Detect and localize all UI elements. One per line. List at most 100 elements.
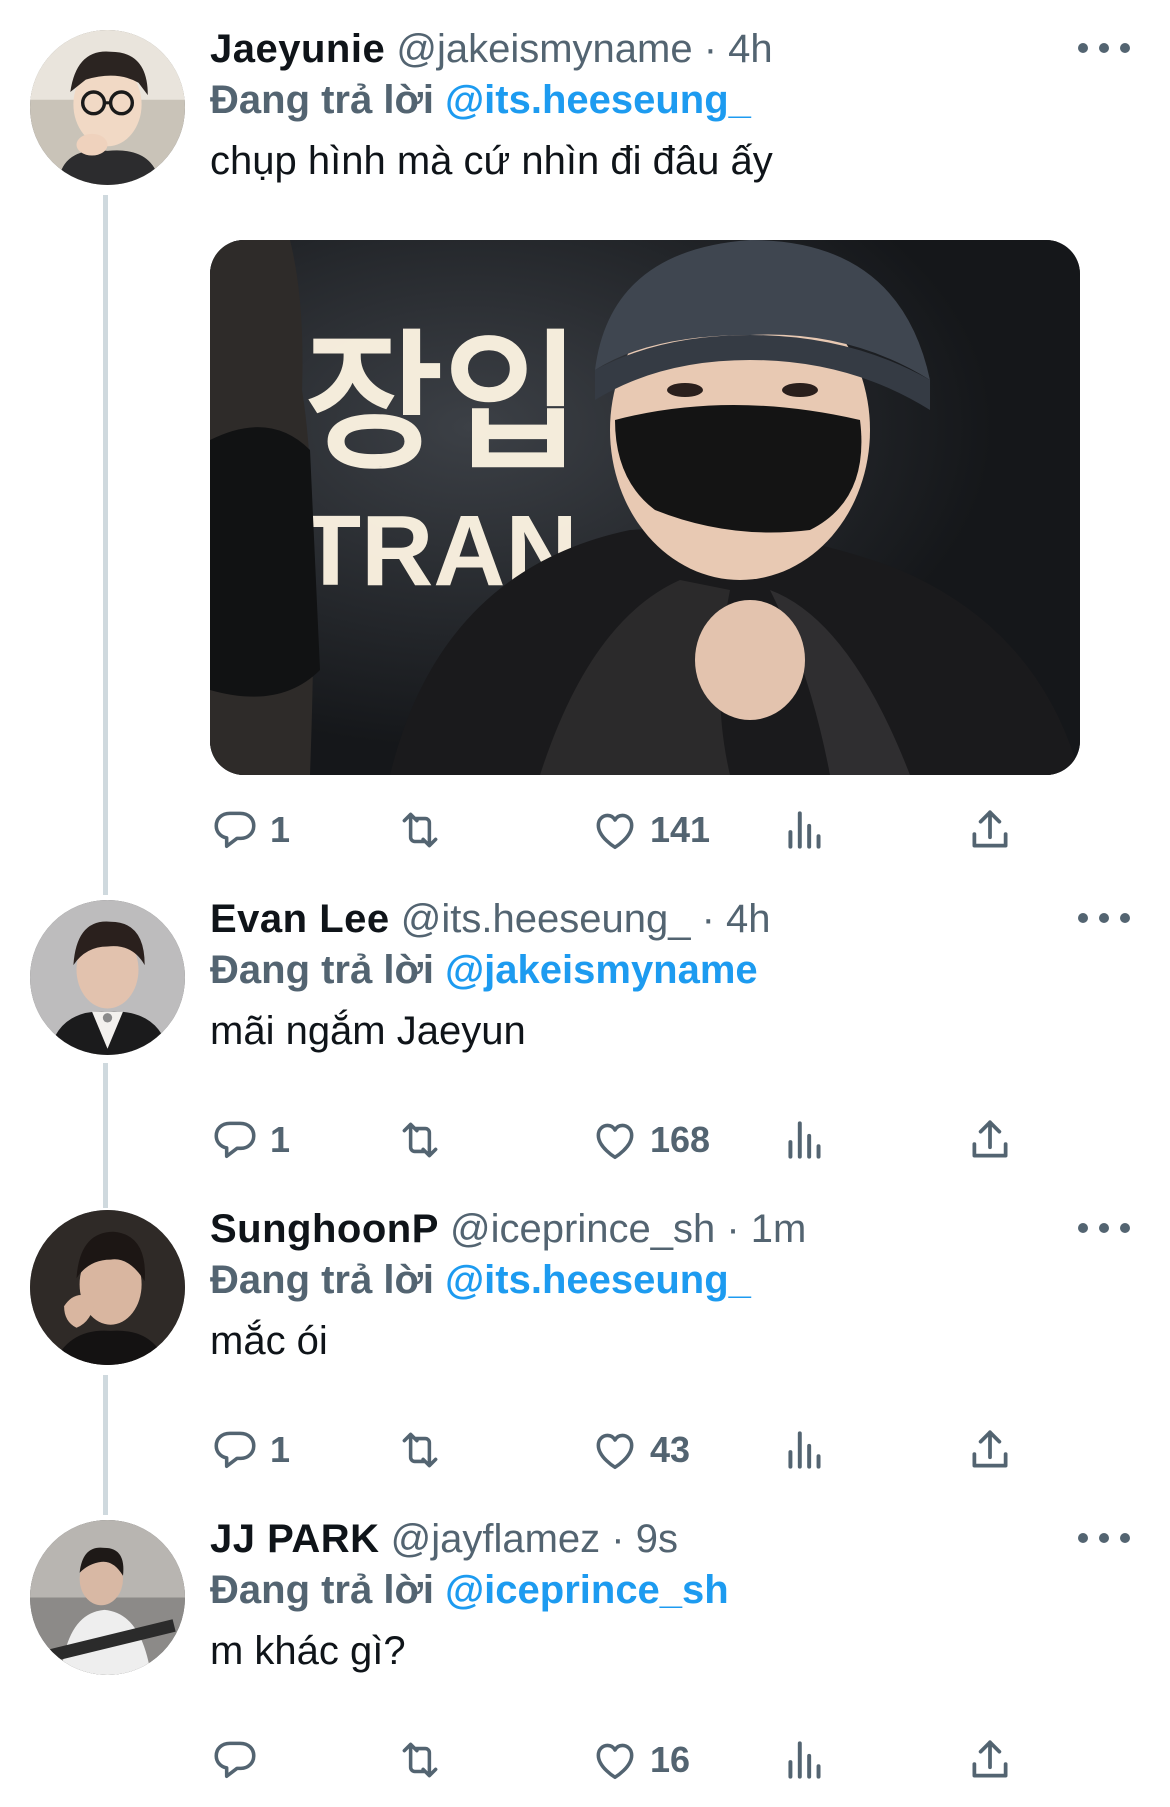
tweet-actions: 1 141: [210, 800, 1030, 860]
tweet-header: Evan Lee @its.heeseung_ · 4h: [210, 894, 1130, 944]
timestamp[interactable]: 9s: [636, 1517, 678, 1561]
like-button[interactable]: 16: [590, 1730, 690, 1790]
reply-mention-link[interactable]: @iceprince_sh: [445, 1568, 729, 1612]
reply-button[interactable]: 1: [210, 1420, 290, 1480]
views-icon: [788, 1741, 821, 1779]
timestamp[interactable]: 1m: [751, 1207, 807, 1251]
like-count: 43: [650, 1429, 691, 1470]
views-button[interactable]: [780, 1420, 830, 1480]
reply-mention-link[interactable]: @its.heeseung_: [445, 78, 751, 122]
retweet-button[interactable]: [395, 1110, 455, 1170]
tweet-text: mãi ngắm Jaeyun: [210, 1009, 526, 1053]
like-icon: [596, 1743, 634, 1780]
reply-count: 1: [270, 1119, 291, 1160]
reply-prefix: Đang trả lời: [210, 78, 435, 122]
like-icon: [596, 1433, 634, 1470]
reply-count: 1: [270, 1429, 291, 1470]
separator: ·: [726, 1207, 740, 1251]
reply-icon: [214, 1431, 256, 1469]
tweet[interactable]: Jaeyunie @jakeismyname · 4h Đang trả lời…: [0, 0, 1170, 880]
share-icon: [972, 810, 1008, 848]
avatar[interactable]: [30, 30, 185, 185]
reply-mention-link[interactable]: @its.heeseung_: [445, 1258, 751, 1302]
media-sign-text: 장입: [305, 317, 581, 491]
retweet-icon: [402, 812, 438, 848]
reply-button[interactable]: 1: [210, 800, 290, 860]
reply-context: Đang trả lời @iceprince_sh: [210, 1564, 1130, 1616]
user-handle[interactable]: @iceprince_sh: [450, 1207, 715, 1251]
tweet[interactable]: Evan Lee @its.heeseung_ · 4h Đang trả lờ…: [0, 870, 1170, 1170]
separator: ·: [703, 27, 718, 71]
reply-button[interactable]: 1: [210, 1110, 290, 1170]
share-icon: [972, 1740, 1008, 1778]
like-count: 168: [650, 1119, 711, 1160]
share-button[interactable]: [965, 1110, 1015, 1170]
retweet-icon: [402, 1432, 438, 1468]
timestamp[interactable]: 4h: [728, 27, 773, 71]
share-icon: [972, 1430, 1008, 1468]
display-name[interactable]: JJ PARK: [210, 1517, 379, 1561]
retweet-button[interactable]: [395, 800, 455, 860]
tweet-text: chụp hình mà cứ nhìn đi đâu ấy: [210, 139, 773, 183]
like-count: 16: [650, 1739, 691, 1780]
tweet[interactable]: SunghoonP @iceprince_sh · 1m Đang trả lờ…: [0, 1180, 1170, 1480]
tweet-actions: 1 43: [210, 1420, 1030, 1480]
reply-mention-link[interactable]: @jakeismyname: [445, 948, 758, 992]
share-button[interactable]: [965, 1420, 1015, 1480]
retweet-button[interactable]: [395, 1420, 455, 1480]
views-icon: [788, 811, 821, 849]
retweet-button[interactable]: [395, 1730, 455, 1790]
tweet-actions: 1 168: [210, 1110, 1030, 1170]
more-icon[interactable]: [1078, 1218, 1130, 1238]
reply-count: 1: [270, 809, 291, 850]
retweet-icon: [402, 1122, 438, 1158]
user-handle[interactable]: @its.heeseung_: [401, 897, 691, 941]
separator: ·: [701, 897, 715, 941]
retweet-icon: [402, 1742, 438, 1778]
reply-icon: [214, 811, 256, 849]
tweet-header: Jaeyunie @jakeismyname · 4h: [210, 24, 1130, 74]
tweet-header: JJ PARK @jayflamez · 9s: [210, 1514, 1130, 1564]
like-button[interactable]: 168: [590, 1110, 710, 1170]
reply-context: Đang trả lời @jakeismyname: [210, 944, 1130, 996]
avatar[interactable]: [30, 900, 185, 1055]
reply-context: Đang trả lời @its.heeseung_: [210, 1254, 1130, 1306]
share-button[interactable]: [965, 800, 1015, 860]
views-button[interactable]: [780, 800, 830, 860]
avatar[interactable]: [30, 1520, 185, 1675]
views-button[interactable]: [780, 1730, 830, 1790]
tweet-media-image[interactable]: 장입 TRAN: [210, 240, 1080, 775]
reply-prefix: Đang trả lời: [210, 948, 435, 992]
user-handle[interactable]: @jakeismyname: [396, 27, 692, 71]
tweet-text: m khác gì?: [210, 1629, 406, 1673]
user-handle[interactable]: @jayflamez: [391, 1517, 601, 1561]
display-name[interactable]: SunghoonP: [210, 1207, 439, 1251]
more-icon[interactable]: [1078, 908, 1130, 928]
tweet-header: SunghoonP @iceprince_sh · 1m: [210, 1204, 1130, 1254]
avatar[interactable]: [30, 1210, 185, 1365]
views-icon: [788, 1121, 821, 1159]
reply-prefix: Đang trả lời: [210, 1568, 435, 1612]
timestamp[interactable]: 4h: [726, 897, 771, 941]
like-icon: [596, 813, 634, 850]
reply-button[interactable]: [210, 1730, 270, 1790]
separator: ·: [611, 1517, 625, 1561]
share-button[interactable]: [965, 1730, 1015, 1790]
tweet[interactable]: JJ PARK @jayflamez · 9s Đang trả lời @ic…: [0, 1490, 1170, 1807]
tweet-actions: 16: [210, 1730, 1030, 1790]
views-icon: [788, 1431, 821, 1469]
reply-prefix: Đang trả lời: [210, 1258, 435, 1302]
like-button[interactable]: 141: [590, 800, 710, 860]
tweet-text: mắc ói: [210, 1319, 328, 1363]
display-name[interactable]: Evan Lee: [210, 897, 390, 941]
reply-icon: [214, 1121, 256, 1159]
like-count: 141: [650, 809, 711, 850]
share-icon: [972, 1120, 1008, 1158]
like-icon: [596, 1123, 634, 1160]
more-icon[interactable]: [1078, 38, 1130, 58]
like-button[interactable]: 43: [590, 1420, 690, 1480]
more-icon[interactable]: [1078, 1528, 1130, 1548]
display-name[interactable]: Jaeyunie: [210, 27, 385, 71]
views-button[interactable]: [780, 1110, 830, 1170]
reply-context: Đang trả lời @its.heeseung_: [210, 74, 1130, 126]
